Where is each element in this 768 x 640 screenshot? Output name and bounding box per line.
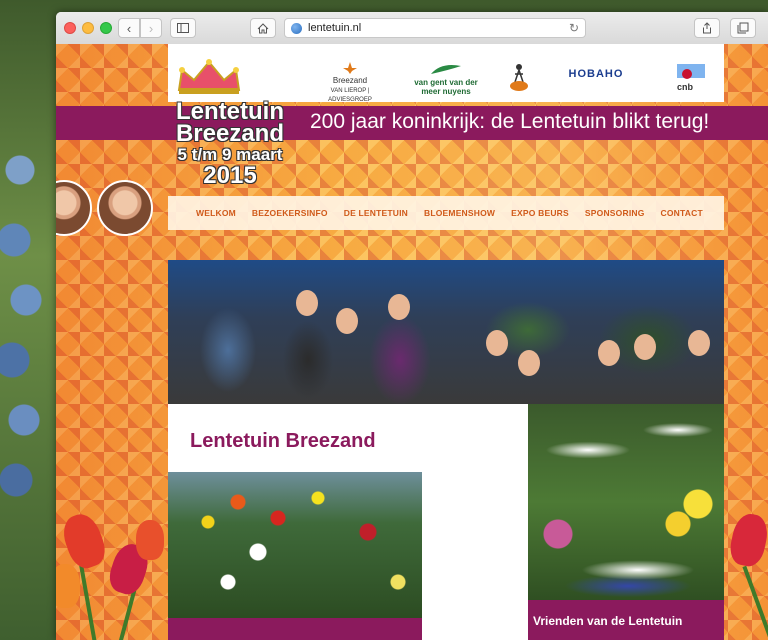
back-button[interactable]: ‹ [118, 18, 140, 38]
friends-link[interactable]: Vrienden van de Lentetuin [528, 600, 724, 640]
chevron-left-icon: ‹ [126, 20, 132, 36]
share-button[interactable] [694, 18, 720, 38]
hero-photo [168, 260, 724, 404]
tabs-icon [737, 22, 749, 34]
sponsor-logo[interactable]: HOBAHO [564, 68, 628, 80]
figure-icon [510, 64, 528, 91]
browser-toolbar: ‹ › lentetuin.nl ↻ [56, 12, 768, 45]
tulip-icon [677, 64, 705, 79]
share-icon [703, 22, 711, 34]
tulip-decoration [136, 520, 164, 560]
logo-dates: 5 t/m 9 maart [177, 145, 283, 164]
nav-item-contact[interactable]: CONTACT [661, 208, 703, 218]
zoom-window-button[interactable] [100, 22, 112, 34]
address-bar[interactable]: lentetuin.nl ↻ [284, 18, 586, 38]
sponsor-logo[interactable] [504, 62, 534, 94]
chevron-right-icon: › [148, 20, 154, 36]
sponsor-logo[interactable]: van gent van der meer nuyens [414, 62, 478, 96]
intro-panel: Lentetuin Breezand [168, 404, 528, 640]
nav-item-bezoekersinfo[interactable]: BEZOEKERSINFO [252, 208, 328, 218]
leaf-icon [431, 65, 461, 74]
portrait-image [56, 180, 92, 236]
sponsor-name: van gent van der meer nuyens [414, 78, 478, 96]
browser-window: ‹ › lentetuin.nl ↻ Breezand VAN LIEROP |… [56, 12, 768, 640]
flower-photo [168, 472, 422, 618]
web-page: Breezand VAN LIEROP | ADVIESGROEP van ge… [56, 44, 768, 640]
friends-link-label: Vrienden van de Lentetuin [533, 614, 683, 628]
banner-text: 200 jaar koninkrijk: de Lentetuin blikt … [310, 110, 710, 133]
photo-caption-bar [168, 618, 422, 640]
site-logo[interactable]: Lentetuin Breezand 5 t/m 9 maart 2015 [168, 56, 292, 196]
sponsor-logo[interactable]: cnb [658, 62, 712, 92]
logo-year: 2015 [203, 162, 257, 189]
home-button[interactable] [250, 18, 276, 38]
home-icon [257, 22, 269, 33]
nav-item-welkom[interactable]: WELKOM [196, 208, 236, 218]
url-text: lentetuin.nl [308, 22, 362, 34]
sponsor-logo[interactable]: Breezand VAN LIEROP | ADVIESGROEP [318, 62, 382, 103]
nav-item-de-lentetuin[interactable]: DE LENTETUIN [344, 208, 408, 218]
sidebar-icon [177, 23, 189, 33]
close-window-button[interactable] [64, 22, 76, 34]
minimize-window-button[interactable] [82, 22, 94, 34]
tulip-photo[interactable] [528, 404, 724, 600]
portrait-image [97, 180, 153, 236]
crown-icon [177, 59, 241, 94]
tabs-button[interactable] [730, 18, 756, 38]
headline-banner: 200 jaar koninkrijk: de Lentetuin blikt … [56, 106, 768, 140]
page-title: Lentetuin Breezand [190, 430, 376, 452]
main-navigation: WELKOM BEZOEKERSINFO DE LENTETUIN BLOEME… [168, 196, 724, 230]
nav-item-bloemenshow[interactable]: BLOEMENSHOW [424, 208, 495, 218]
forward-button[interactable]: › [140, 18, 162, 38]
reload-icon[interactable]: ↻ [569, 21, 579, 35]
globe-icon [291, 22, 302, 34]
sponsor-name: Breezand [332, 76, 368, 85]
sponsor-name: HOBAHO [568, 68, 624, 80]
nav-item-sponsoring[interactable]: SPONSORING [585, 208, 645, 218]
sidebar-button[interactable] [170, 18, 196, 38]
nav-item-expo-beurs[interactable]: EXPO BEURS [511, 208, 569, 218]
flower-icon [343, 62, 357, 74]
tulip-decoration [726, 511, 768, 569]
sponsor-name: cnb [676, 82, 693, 92]
logo-line-2: Breezand [175, 120, 285, 147]
tulip-decoration [56, 564, 80, 608]
sponsor-subtitle: VAN LIEROP | ADVIESGROEP [328, 88, 372, 103]
